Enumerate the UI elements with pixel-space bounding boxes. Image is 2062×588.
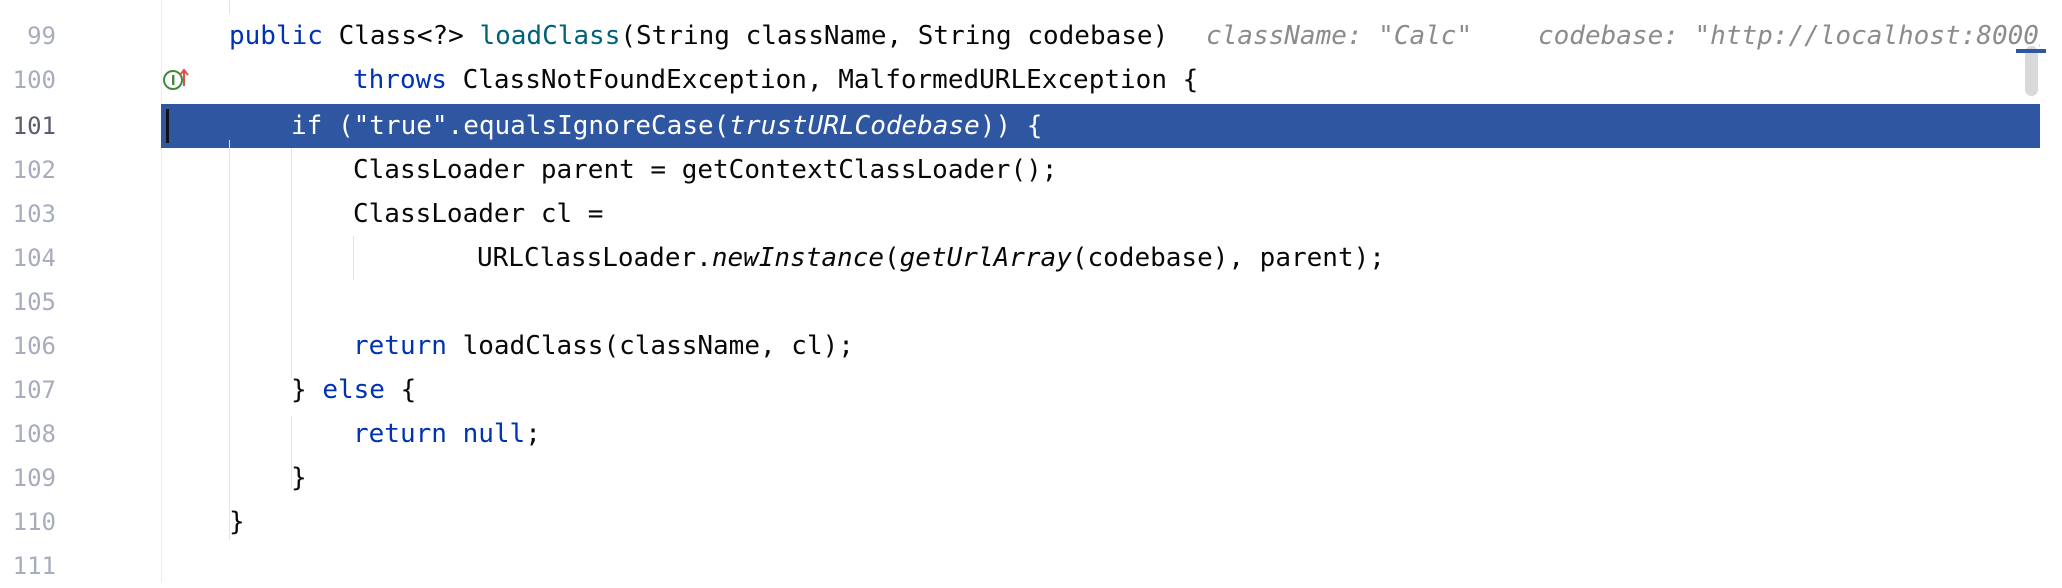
- code-fragment: (: [884, 243, 900, 273]
- code-line-108[interactable]: 108 return null;: [0, 412, 2040, 456]
- code-line-107[interactable]: 107 } else {: [0, 368, 2040, 412]
- line-number: 102: [12, 156, 56, 184]
- indent-guide: [229, 0, 230, 14]
- code-fragment: [447, 419, 463, 449]
- code-line-111[interactable]: 111: [0, 544, 2040, 588]
- code-text: throws ClassNotFoundException, Malformed…: [353, 65, 1198, 95]
- keyword: else: [322, 375, 385, 405]
- code-text: URLClassLoader.newInstance(getUrlArray(c…: [477, 243, 1385, 273]
- code-text: } else {: [291, 375, 416, 405]
- code-text: }: [291, 463, 307, 493]
- vertical-scrollbar-thumb[interactable]: [2025, 46, 2038, 96]
- line-number: 107: [12, 376, 56, 404]
- return-type: Class<?>: [322, 21, 480, 51]
- static-method: getUrlArray: [899, 243, 1072, 273]
- code-fragment: ("true".equalsIgnoreCase(: [322, 111, 730, 141]
- code-line-102[interactable]: 102 ClassLoader parent = getContextClass…: [0, 148, 2040, 192]
- code-text: ClassLoader cl =: [353, 199, 604, 229]
- code-line-104[interactable]: 104 URLClassLoader.newInstance(getUrlArr…: [0, 236, 2040, 280]
- line-number: 101: [12, 112, 56, 140]
- code-editor[interactable]: 99 public Class<?> loadClass(String clas…: [0, 0, 2062, 582]
- static-method: newInstance: [711, 243, 884, 273]
- inline-value-hint: codebase: "http://localhost:8000/: [1538, 21, 2055, 51]
- keyword: throws: [353, 65, 447, 95]
- line-number: 104: [12, 244, 56, 272]
- code-fragment: ;: [525, 419, 541, 449]
- code-text: return null;: [353, 419, 541, 449]
- method-name: loadClass: [479, 21, 621, 51]
- line-number: 109: [12, 464, 56, 492]
- line-number: 103: [12, 200, 56, 228]
- code-fragment: )) {: [979, 111, 1043, 141]
- code-fragment: URLClassLoader.: [477, 243, 712, 273]
- code-fragment: }: [291, 375, 323, 405]
- code-text: return loadClass(className, cl);: [353, 331, 854, 361]
- text-caret: [166, 109, 169, 143]
- static-field: trustURLCodebase: [729, 111, 980, 141]
- keyword: if: [291, 111, 323, 141]
- keyword: return: [353, 419, 447, 449]
- code-fragment: {: [384, 375, 417, 405]
- parameters: (String className, String codebase): [620, 21, 1169, 51]
- line-number: 105: [12, 288, 56, 316]
- code-line-106[interactable]: 106 return loadClass(className, cl);: [0, 324, 2040, 368]
- code-text: }: [229, 507, 245, 537]
- code-text: ClassLoader parent = getContextClassLoad…: [353, 155, 1058, 185]
- code-line-99[interactable]: 99 public Class<?> loadClass(String clas…: [0, 14, 2055, 90]
- line-number: 106: [12, 332, 56, 360]
- keyword: return: [353, 331, 447, 361]
- keyword: null: [462, 419, 526, 449]
- code-line-109[interactable]: 109 }: [0, 456, 2040, 500]
- code-text: if ("true".equalsIgnoreCase(trustURLCode…: [291, 111, 1042, 141]
- line-number: 110: [12, 508, 56, 536]
- vertical-scrollbar-track[interactable]: [2040, 0, 2062, 582]
- line-number: 111: [12, 552, 56, 580]
- line-number: 100: [12, 66, 56, 94]
- code-line-105[interactable]: 105: [0, 280, 2040, 324]
- inline-value-hint: className: "Calc": [1206, 21, 1473, 51]
- line-number: 108: [12, 420, 56, 448]
- keyword: public: [229, 21, 323, 51]
- scrollbar-position-marker: [2016, 49, 2046, 53]
- code-fragment: loadClass(className, cl);: [446, 331, 854, 361]
- code-fragment: (codebase), parent);: [1071, 243, 1385, 273]
- exceptions: ClassNotFoundException, MalformedURLExce…: [446, 65, 1199, 95]
- line-number: 99: [27, 22, 56, 50]
- code-line-100[interactable]: 100 throws ClassNotFoundException, Malfo…: [0, 58, 2040, 102]
- code-text: public Class<?> loadClass(String classNa…: [229, 21, 1168, 51]
- code-line-110[interactable]: 110 }: [0, 500, 2040, 544]
- code-line-103[interactable]: 103 ClassLoader cl =: [0, 192, 2040, 236]
- code-line-101[interactable]: 101 if ("true".equalsIgnoreCase(trustURL…: [0, 104, 2040, 148]
